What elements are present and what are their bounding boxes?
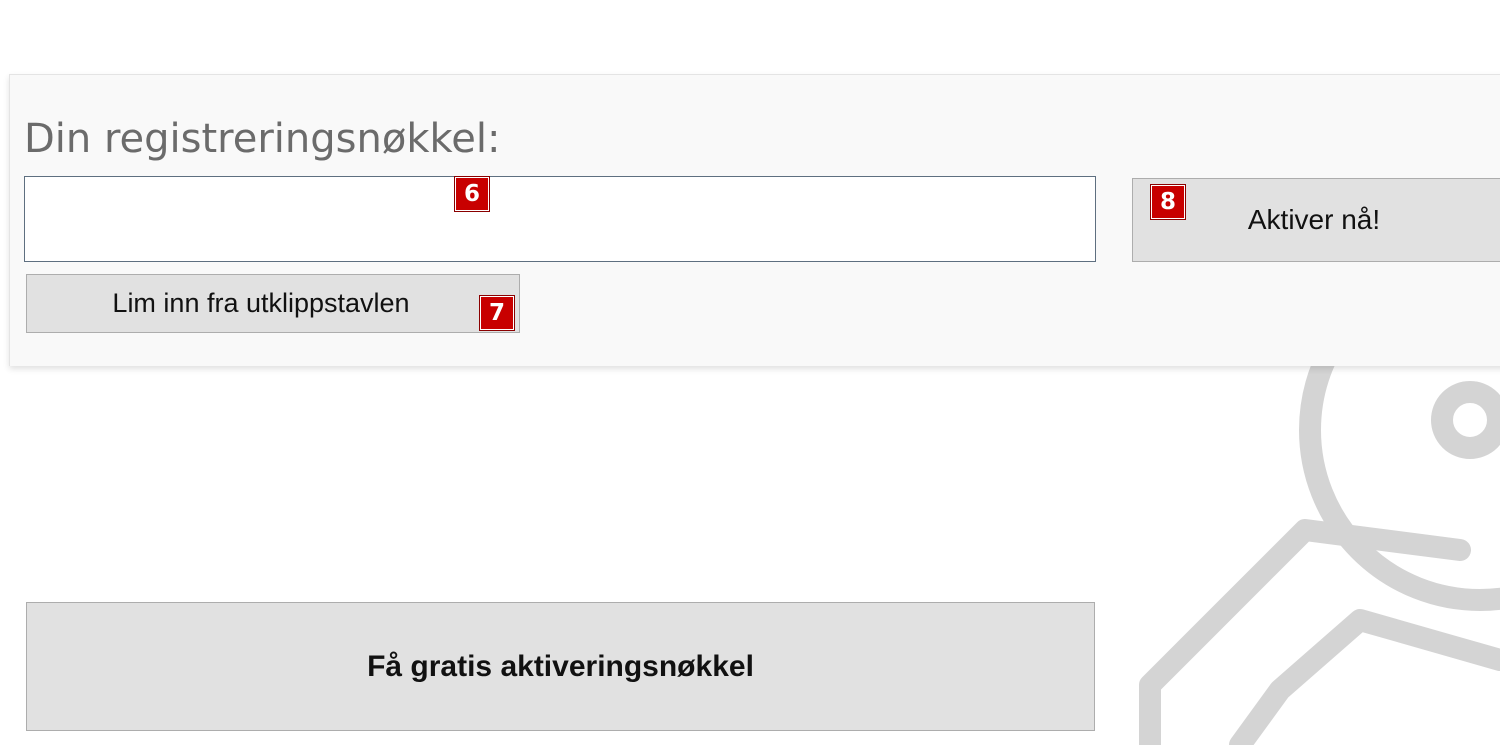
marker-6-badge: 6 xyxy=(455,177,489,211)
key-icon xyxy=(1139,340,1500,745)
activation-screen: Din registreringsnøkkel: Lim inn fra utk… xyxy=(0,0,1500,745)
registration-panel: Din registreringsnøkkel: Lim inn fra utk… xyxy=(9,74,1500,366)
paste-button-label: Lim inn fra utklippstavlen xyxy=(112,288,410,318)
activate-button-label: Aktiver nå! xyxy=(1247,204,1381,235)
marker-7-badge: 7 xyxy=(480,296,514,330)
get-free-key-button[interactable]: Få gratis aktiveringsnøkkel xyxy=(26,602,1095,731)
activate-now-button[interactable]: Aktiver nå! xyxy=(1132,178,1500,262)
free-key-button-label: Få gratis aktiveringsnøkkel xyxy=(367,650,754,683)
marker-8-badge: 8 xyxy=(1151,185,1185,219)
registration-key-title: Din registreringsnøkkel: xyxy=(24,116,501,162)
paste-from-clipboard-button[interactable]: Lim inn fra utklippstavlen xyxy=(26,274,520,333)
registration-key-input[interactable] xyxy=(24,176,1096,262)
